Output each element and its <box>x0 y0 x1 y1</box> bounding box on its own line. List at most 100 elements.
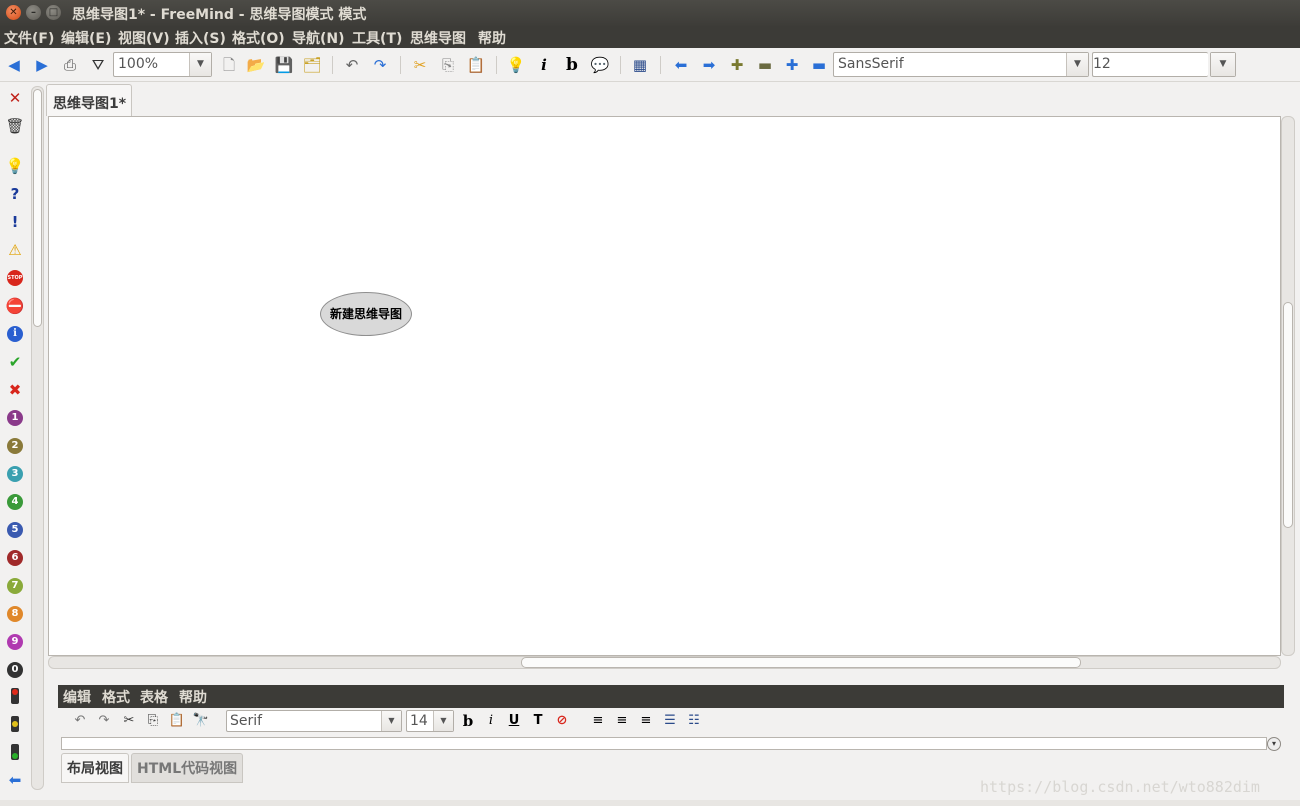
trash-icon[interactable]: 🗑 <box>5 116 25 136</box>
tab-mindmap[interactable]: 思维导图1* <box>46 84 132 116</box>
tab-layout-view[interactable]: 布局视图 <box>61 753 129 783</box>
priority-5-icon[interactable]: 5 <box>7 522 23 538</box>
editor-menu-edit[interactable]: 编辑 <box>63 687 91 707</box>
back-icon[interactable]: ◀ <box>4 55 24 75</box>
priority-4-icon[interactable]: 4 <box>7 494 23 510</box>
chevron-down-icon[interactable]: ▼ <box>433 711 453 731</box>
zoom-select[interactable]: 100% ▼ <box>113 52 212 77</box>
warning-icon[interactable]: ⚠ <box>5 240 25 260</box>
scroll-thumb[interactable] <box>521 657 1081 668</box>
new-map-icon[interactable]: 🗋 <box>219 55 239 75</box>
forward-icon[interactable]: ▶ <box>32 55 52 75</box>
note-editor-area[interactable] <box>61 737 1267 750</box>
copy-icon[interactable]: ⎘ <box>144 712 162 730</box>
font-size-dropdown[interactable]: ▼ <box>1210 52 1236 77</box>
priority-7-icon[interactable]: 7 <box>7 578 23 594</box>
menu-view[interactable]: 视图(V) <box>118 28 170 48</box>
blue-minus-icon[interactable]: ▬ <box>809 55 829 75</box>
undo-icon[interactable]: ↶ <box>71 712 89 730</box>
idea-icon[interactable]: 💡 <box>506 55 526 75</box>
menu-mindmap[interactable]: 思维导图 <box>410 28 466 48</box>
italic-icon[interactable]: i <box>534 55 554 75</box>
priority-6-icon[interactable]: 6 <box>7 550 23 566</box>
filter-icon[interactable]: ⛛ <box>88 55 108 75</box>
align-right-icon[interactable]: ≡ <box>637 712 655 730</box>
expand-editor-icon[interactable]: ▾ <box>1267 737 1281 751</box>
cut-icon[interactable]: ✂ <box>120 712 138 730</box>
clear-format-icon[interactable]: ⊘ <box>553 712 571 730</box>
font-family-select[interactable]: SansSerif ▼ <box>833 52 1089 77</box>
back-arrow-icon[interactable]: ⬅ <box>5 770 25 790</box>
editor-menu-help[interactable]: 帮助 <box>179 687 207 707</box>
menu-help[interactable]: 帮助 <box>478 28 506 48</box>
scroll-thumb[interactable] <box>1283 302 1293 528</box>
traffic-light-icon[interactable] <box>11 716 19 732</box>
important-icon[interactable]: ! <box>5 212 25 232</box>
vertical-scrollbar[interactable] <box>1281 116 1295 656</box>
save-icon[interactable]: 💾 <box>274 55 294 75</box>
icon-toolbar-scrollbar[interactable] <box>31 86 44 790</box>
chevron-down-icon[interactable]: ▼ <box>1066 53 1088 76</box>
idea-icon[interactable]: 💡 <box>5 156 25 176</box>
chevron-down-icon[interactable]: ▼ <box>189 53 211 76</box>
note-icon[interactable]: 💬 <box>590 55 610 75</box>
priority-9-icon[interactable]: 9 <box>7 634 23 650</box>
priority-3-icon[interactable]: 3 <box>7 466 23 482</box>
bold-icon[interactable]: b <box>562 55 582 75</box>
window-maximize-button[interactable]: □ <box>46 5 61 20</box>
bold-icon[interactable]: b <box>459 712 477 730</box>
chevron-down-icon[interactable]: ▼ <box>1211 53 1235 76</box>
plus-icon[interactable]: ✚ <box>727 55 747 75</box>
ok-icon[interactable]: ✔ <box>5 352 25 372</box>
root-node[interactable]: 新建思维导图 <box>320 292 412 336</box>
menu-insert[interactable]: 插入(S) <box>175 28 226 48</box>
stop-icon[interactable]: STOP <box>7 270 23 286</box>
editor-size-select[interactable]: 14 ▼ <box>406 710 454 732</box>
text-color-icon[interactable]: T <box>529 712 547 730</box>
window-minimize-button[interactable]: – <box>26 5 41 20</box>
editor-font-select[interactable]: Serif ▼ <box>226 710 402 732</box>
save-as-icon[interactable]: 🗂 <box>302 55 322 75</box>
table-icon[interactable]: ▦ <box>630 55 650 75</box>
menu-navigate[interactable]: 导航(N) <box>292 28 345 48</box>
mindmap-canvas[interactable]: 新建思维导图 <box>48 116 1281 656</box>
menu-format[interactable]: 格式(O) <box>232 28 285 48</box>
print-icon[interactable]: ⎙ <box>60 55 80 75</box>
redo-icon[interactable]: ↷ <box>370 55 390 75</box>
numbered-list-icon[interactable]: ☷ <box>685 712 703 730</box>
priority-1-icon[interactable]: 1 <box>7 410 23 426</box>
menu-edit[interactable]: 编辑(E) <box>61 28 111 48</box>
align-left-icon[interactable]: ≡ <box>589 712 607 730</box>
open-icon[interactable]: 📂 <box>246 55 266 75</box>
redo-icon[interactable]: ↷ <box>95 712 113 730</box>
info-icon[interactable]: i <box>7 326 23 342</box>
tab-html-view[interactable]: HTML代码视图 <box>131 753 244 783</box>
traffic-light-icon[interactable] <box>11 688 19 704</box>
scroll-thumb[interactable] <box>33 89 42 327</box>
minus-icon[interactable]: ▬ <box>755 55 775 75</box>
find-icon[interactable]: 🔭 <box>192 712 210 730</box>
question-icon[interactable]: ? <box>5 184 25 204</box>
underline-icon[interactable]: U <box>505 712 523 730</box>
paste-icon[interactable]: 📋 <box>168 712 186 730</box>
editor-menu-table[interactable]: 表格 <box>140 687 168 707</box>
bullet-list-icon[interactable]: ☰ <box>661 712 679 730</box>
traffic-light-icon[interactable] <box>11 744 19 760</box>
menu-file[interactable]: 文件(F) <box>4 28 54 48</box>
undo-icon[interactable]: ↶ <box>342 55 362 75</box>
not-ok-icon[interactable]: ✖ <box>5 380 25 400</box>
priority-2-icon[interactable]: 2 <box>7 438 23 454</box>
cut-icon[interactable]: ✂ <box>410 55 430 75</box>
italic-icon[interactable]: i <box>482 712 500 730</box>
priority-0-icon[interactable]: 0 <box>7 662 23 678</box>
priority-8-icon[interactable]: 8 <box>7 606 23 622</box>
arrow-right-icon[interactable]: ➡ <box>699 55 719 75</box>
align-center-icon[interactable]: ≡ <box>613 712 631 730</box>
copy-icon[interactable]: ⎘ <box>438 55 458 75</box>
horizontal-scrollbar[interactable] <box>48 656 1281 669</box>
window-close-button[interactable]: ✕ <box>6 5 21 20</box>
menu-tools[interactable]: 工具(T) <box>352 28 402 48</box>
remove-last-icon[interactable]: ✕ <box>5 88 25 108</box>
paste-icon[interactable]: 📋 <box>466 55 486 75</box>
editor-menu-format[interactable]: 格式 <box>102 687 130 707</box>
